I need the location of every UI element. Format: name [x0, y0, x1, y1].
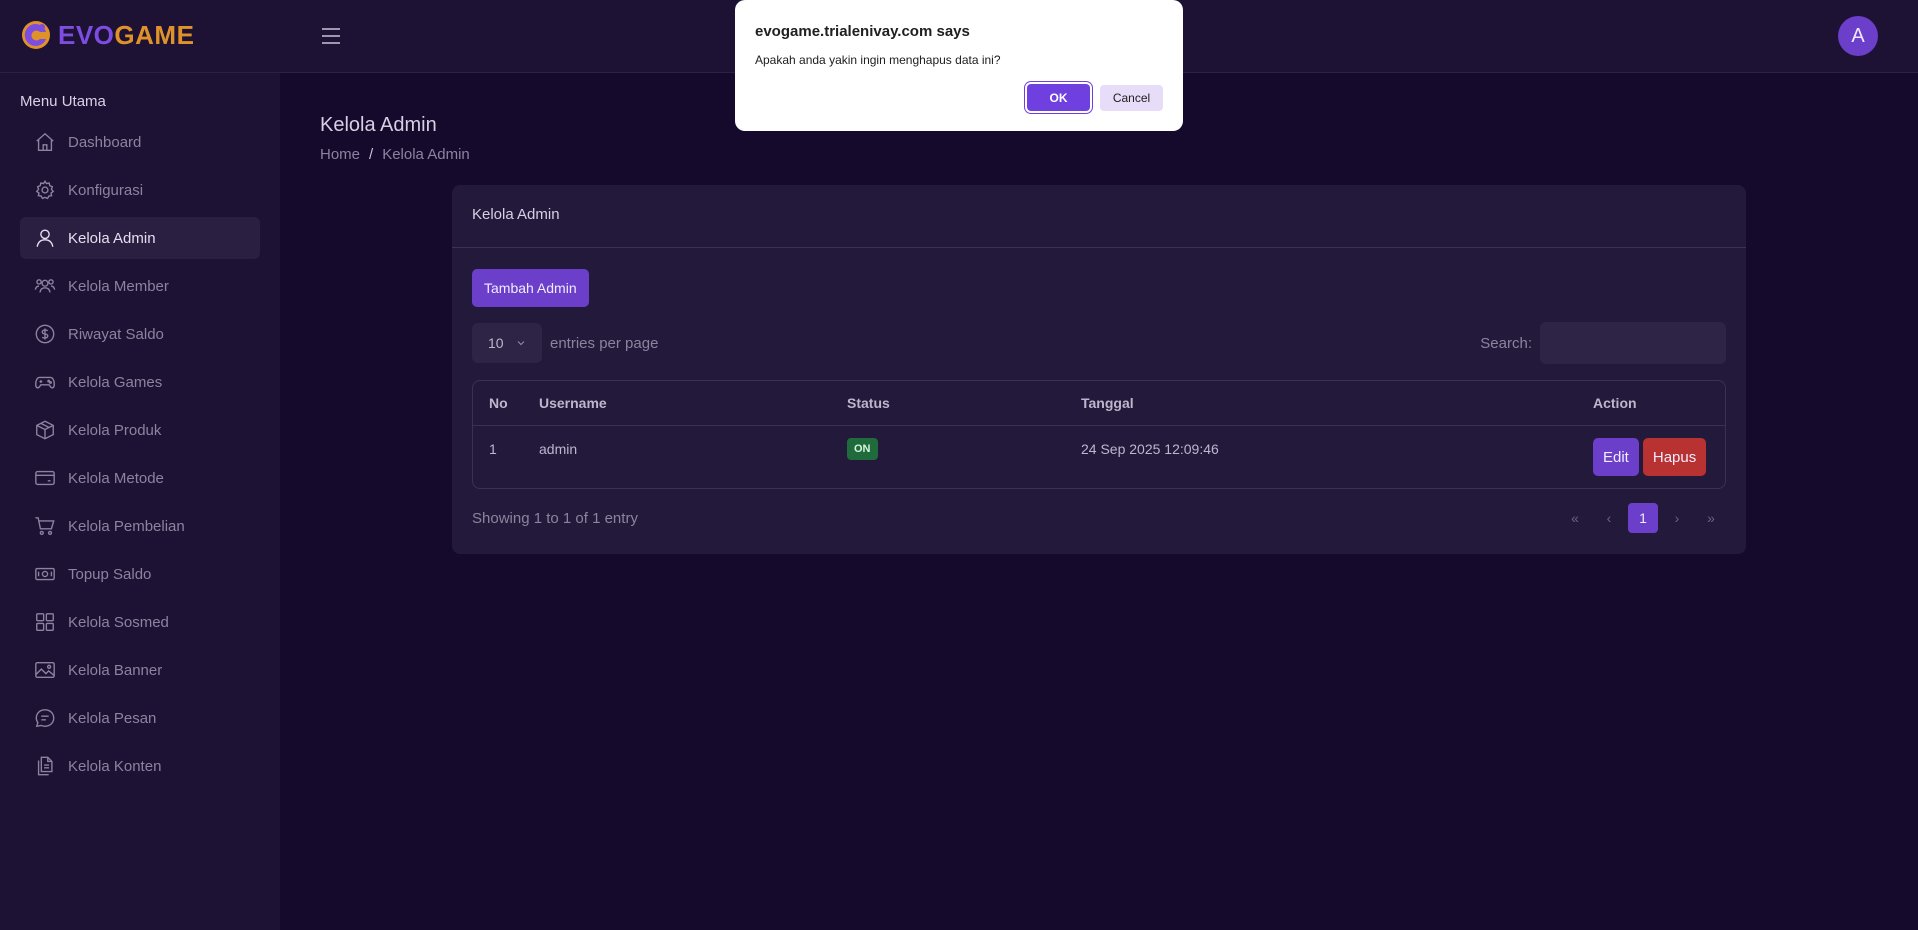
sidebar-item-kelola-konten[interactable]: Kelola Konten — [20, 745, 260, 787]
users-icon — [34, 279, 56, 293]
user-icon — [36, 229, 54, 247]
menu-title: Menu Utama — [20, 93, 106, 110]
search-label: Search: — [1480, 334, 1532, 352]
delete-button[interactable]: Hapus — [1642, 438, 1707, 476]
cell-actions: Edit Hapus — [1593, 438, 1707, 476]
sidebar-item-topup-saldo[interactable]: Topup Saldo — [20, 553, 260, 595]
sidebar-item-konfigurasi[interactable]: Konfigurasi — [20, 169, 260, 211]
breadcrumb: Home / Kelola Admin — [320, 146, 470, 163]
pagination-first-button[interactable]: « — [1560, 503, 1590, 533]
sidebar-item-kelola-pembelian[interactable]: Kelola Pembelian — [20, 505, 260, 547]
add-admin-button[interactable]: Tambah Admin — [472, 269, 589, 307]
home-icon — [36, 132, 54, 151]
pagination: « ‹ 1 › » — [1560, 503, 1726, 533]
column-header-no[interactable]: No — [489, 381, 508, 425]
user-avatar[interactable]: A — [1838, 16, 1878, 56]
cart-icon — [35, 517, 55, 536]
gear-icon — [35, 180, 55, 200]
chevron-down-icon — [517, 341, 525, 346]
sidebar-item-label: Kelola Games — [68, 373, 163, 391]
pagination-last-button[interactable]: » — [1696, 503, 1726, 533]
box-icon — [36, 420, 54, 440]
sidebar-item-kelola-sosmed[interactable]: Kelola Sosmed — [20, 601, 260, 643]
column-header-status[interactable]: Status — [847, 381, 890, 425]
column-header-action: Action — [1593, 395, 1637, 411]
edit-button[interactable]: Edit — [1593, 438, 1639, 476]
sidebar-item-kelola-pesan[interactable]: Kelola Pesan — [20, 697, 260, 739]
sidebar-item-label: Kelola Pembelian — [68, 517, 185, 535]
entries-control: 10 entries per page — [472, 323, 658, 363]
cell-tanggal: 24 Sep 2025 12:09:46 — [1081, 441, 1219, 457]
sidebar-item-label: Kelola Konten — [68, 757, 162, 775]
sidebar-item-kelola-member[interactable]: Kelola Member — [20, 265, 260, 307]
sidebar-item-label: Konfigurasi — [68, 181, 144, 199]
table-info: Showing 1 to 1 of 1 entry — [472, 510, 638, 527]
cell-username: admin — [539, 441, 578, 457]
dollar-icon — [35, 324, 55, 344]
admin-card: Kelola Admin Tambah Admin 10 entries per… — [452, 185, 1746, 554]
sidebar-item-label: Dashboard — [68, 133, 142, 151]
chat-icon — [35, 709, 55, 728]
sidebar-item-label: Kelola Metode — [68, 469, 164, 487]
sidebar-item-label: Kelola Sosmed — [68, 613, 169, 631]
entries-value: 10 — [488, 335, 504, 351]
cell-status: ON — [847, 426, 878, 488]
sidebar-item-dashboard[interactable]: Dashboard — [20, 121, 260, 163]
sidebar-item-label: Kelola Banner — [68, 661, 163, 679]
admin-table: No Username Status Tanggal Action 1 admi… — [472, 380, 1726, 489]
confirm-dialog: evogame.trialenivay.com says Apakah anda… — [735, 0, 1183, 131]
gamepad-icon — [35, 376, 55, 389]
table-row: 1 admin ON 24 Sep 2025 12:09:46 Edit Hap… — [473, 426, 1725, 488]
search-control: Search: — [1480, 322, 1726, 364]
dialog-ok-button[interactable]: OK — [1027, 84, 1090, 111]
column-header-username[interactable]: Username — [539, 381, 607, 425]
files-icon — [37, 756, 53, 776]
entries-per-page-select[interactable]: 10 — [472, 323, 542, 363]
card-icon — [35, 470, 55, 486]
cell-no: 1 — [489, 441, 497, 457]
sidebar-item-label: Riwayat Saldo — [68, 325, 164, 343]
sidebar-item-kelola-admin[interactable]: Kelola Admin — [20, 217, 260, 259]
column-header-tanggal[interactable]: Tanggal — [1081, 381, 1134, 425]
logo-text: EVOGAME — [58, 19, 195, 50]
breadcrumb-separator: / — [369, 146, 374, 163]
page-title: Kelola Admin — [320, 114, 437, 136]
sidebar-item-label: Kelola Pesan — [68, 709, 157, 727]
dialog-title: evogame.trialenivay.com says — [755, 23, 970, 40]
image-icon — [35, 661, 55, 679]
pagination-page-button[interactable]: 1 — [1628, 503, 1658, 533]
search-input[interactable] — [1540, 322, 1726, 364]
breadcrumb-home-link[interactable]: Home — [320, 146, 360, 163]
logo-icon — [22, 21, 50, 49]
pagination-next-button[interactable]: › — [1662, 503, 1692, 533]
sidebar-item-kelola-produk[interactable]: Kelola Produk — [20, 409, 260, 451]
status-badge: ON — [847, 438, 878, 460]
cash-icon — [35, 567, 55, 581]
sidebar-item-kelola-games[interactable]: Kelola Games — [20, 361, 260, 403]
sidebar-item-riwayat-saldo[interactable]: Riwayat Saldo — [20, 313, 260, 355]
sidebar-menu: Dashboard Konfigurasi Kelola Admin Kelol… — [20, 121, 260, 793]
grid-icon — [36, 613, 54, 631]
sidebar-item-kelola-metode[interactable]: Kelola Metode — [20, 457, 260, 499]
pagination-prev-button[interactable]: ‹ — [1594, 503, 1624, 533]
sidebar-item-label: Kelola Admin — [68, 229, 156, 247]
dialog-message: Apakah anda yakin ingin menghapus data i… — [755, 53, 1001, 67]
sidebar: Menu Utama Dashboard Konfigurasi Kelola … — [0, 73, 280, 930]
dialog-cancel-button[interactable]: Cancel — [1100, 85, 1163, 111]
hamburger-menu-icon[interactable] — [320, 25, 342, 47]
sidebar-item-kelola-banner[interactable]: Kelola Banner — [20, 649, 260, 691]
entries-label: entries per page — [550, 334, 659, 352]
sidebar-item-label: Topup Saldo — [68, 565, 152, 583]
card-title: Kelola Admin — [452, 185, 1746, 248]
logo[interactable]: EVOGAME — [20, 18, 194, 52]
breadcrumb-current: Kelola Admin — [382, 146, 470, 163]
sidebar-item-label: Kelola Member — [68, 277, 169, 295]
sidebar-item-label: Kelola Produk — [68, 421, 162, 439]
table-header-row: No Username Status Tanggal Action — [473, 381, 1725, 426]
